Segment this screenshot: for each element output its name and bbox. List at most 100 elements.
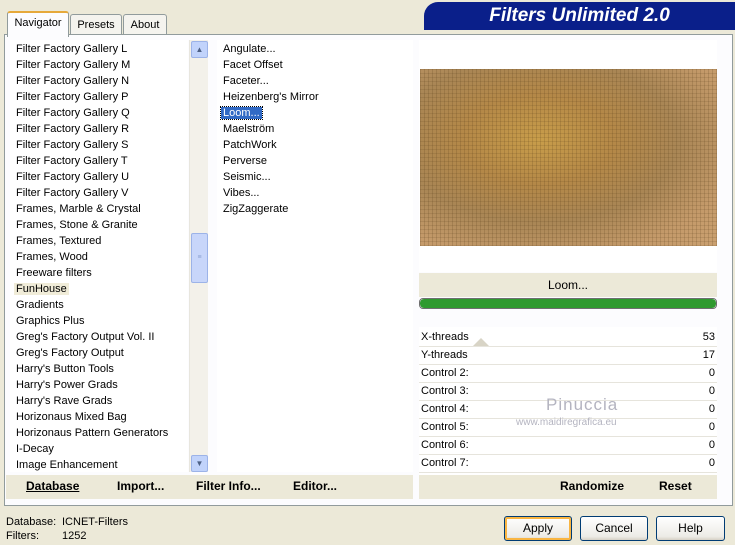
category-item[interactable]: Filter Factory Gallery L: [10, 41, 188, 57]
filter-item[interactable]: PatchWork: [217, 137, 413, 153]
help-button[interactable]: Help: [656, 516, 725, 541]
filter-item[interactable]: Perverse: [217, 153, 413, 169]
category-item[interactable]: FunHouse: [10, 281, 188, 297]
control-value: 0: [708, 403, 715, 415]
filter-item[interactable]: Seismic...: [217, 169, 413, 185]
filter-info-button[interactable]: Filter Info...: [196, 475, 261, 497]
category-item-label: Filter Factory Gallery V: [16, 187, 129, 199]
category-item-label: Filter Factory Gallery N: [16, 75, 130, 87]
category-item[interactable]: Frames, Marble & Crystal: [10, 201, 188, 217]
randomize-button[interactable]: Randomize: [560, 475, 624, 497]
control-value: 53: [702, 331, 715, 343]
category-item[interactable]: Greg's Factory Output: [10, 345, 188, 361]
filter-list-items: Angulate... Facet Offset Faceter... Heizenb…: [217, 40, 413, 217]
category-item[interactable]: Filter Factory Gallery T: [10, 153, 188, 169]
category-item[interactable]: Filter Factory Gallery S: [10, 137, 188, 153]
category-item-label: Frames, Wood: [16, 251, 88, 263]
category-item[interactable]: Horizonaus Mixed Bag: [10, 409, 188, 425]
scroll-up-button[interactable]: ▲: [191, 41, 208, 58]
editor-button[interactable]: Editor...: [293, 475, 337, 497]
slider-pointer-icon[interactable]: [473, 338, 489, 346]
control-value: 17: [702, 349, 715, 361]
category-item[interactable]: Greg's Factory Output Vol. II: [10, 329, 188, 345]
category-list[interactable]: Filter Factory Gallery L Filter Factory G…: [10, 40, 188, 472]
apply-button[interactable]: Apply: [504, 516, 572, 541]
filter-item[interactable]: Heizenberg's Mirror: [217, 89, 413, 105]
scroll-down-button[interactable]: ▼: [191, 455, 208, 472]
tab-presets[interactable]: Presets: [70, 14, 122, 35]
category-item[interactable]: Frames, Stone & Granite: [10, 217, 188, 233]
category-item[interactable]: Horizonaus Pattern Generators: [10, 425, 188, 441]
category-item[interactable]: Filter Factory Gallery P: [10, 89, 188, 105]
progress-bar: [419, 298, 717, 309]
control-row[interactable]: Y-threads 17: [419, 347, 717, 365]
filter-item[interactable]: Loom...: [217, 105, 413, 121]
database-label: Database: [26, 479, 80, 493]
status-database: Database: ICNET-Filters: [6, 516, 128, 528]
filter-item[interactable]: ZigZaggerate: [217, 201, 413, 217]
category-item-label: Image Enhancement: [16, 459, 118, 471]
category-item[interactable]: Harry's Power Grads: [10, 377, 188, 393]
category-item[interactable]: I-Decay: [10, 441, 188, 457]
category-item[interactable]: Filter Factory Gallery N: [10, 73, 188, 89]
filter-item[interactable]: Facet Offset: [217, 57, 413, 73]
control-value: 0: [708, 385, 715, 397]
category-item[interactable]: Frames, Textured: [10, 233, 188, 249]
window-title: Filters Unlimited 2.0: [424, 2, 735, 30]
filter-item-label: PatchWork: [223, 139, 277, 151]
watermark-url: www.maidiregrafica.eu: [516, 417, 617, 428]
control-row[interactable]: Control 6: 0: [419, 437, 717, 455]
database-button[interactable]: Database: [26, 475, 79, 497]
filter-item[interactable]: Maelström: [217, 121, 413, 137]
category-item[interactable]: Filter Factory Gallery M: [10, 57, 188, 73]
category-item[interactable]: Image Enhancement: [10, 457, 188, 472]
filter-item[interactable]: Vibes...: [217, 185, 413, 201]
control-label: Control 7:: [421, 457, 469, 469]
control-value: 0: [708, 439, 715, 451]
scroll-thumb[interactable]: ≡: [191, 233, 208, 283]
control-value: 0: [708, 421, 715, 433]
category-item-label: Frames, Stone & Granite: [16, 219, 138, 231]
filter-item-label: Perverse: [223, 155, 268, 167]
category-item-label: Frames, Textured: [16, 235, 102, 247]
control-row[interactable]: Control 2: 0: [419, 365, 717, 383]
tab-navigator[interactable]: Navigator: [7, 11, 69, 37]
category-item[interactable]: Filter Factory Gallery V: [10, 185, 188, 201]
category-item-label: Greg's Factory Output: [16, 347, 124, 359]
control-row[interactable]: X-threads 53: [419, 329, 717, 347]
status-filters-value: 1252: [62, 530, 87, 542]
category-item-label: Filter Factory Gallery Q: [16, 107, 130, 119]
filter-item[interactable]: Angulate...: [217, 41, 413, 57]
control-label: Control 2:: [421, 367, 469, 379]
category-item-label: Horizonaus Pattern Generators: [16, 427, 169, 439]
category-item-label: Gradients: [16, 299, 64, 311]
filter-list[interactable]: Angulate... Facet Offset Faceter... Heizenb…: [217, 40, 413, 472]
category-scrollbar[interactable]: ▲ ≡ ▼: [189, 40, 208, 472]
current-filter-name: Loom...: [419, 273, 717, 297]
category-item[interactable]: Gradients: [10, 297, 188, 313]
control-row[interactable]: Control 7: 0: [419, 455, 717, 473]
category-item-label: Filter Factory Gallery R: [16, 123, 130, 135]
control-actions-bar: Randomize Reset: [419, 475, 717, 499]
status-filters: Filters: 1252: [6, 530, 86, 542]
category-item[interactable]: Graphics Plus: [10, 313, 188, 329]
import-button[interactable]: Import...: [117, 475, 164, 497]
status-filters-label: Filters:: [6, 530, 39, 542]
category-item[interactable]: Freeware filters: [10, 265, 188, 281]
filter-item-label: Heizenberg's Mirror: [223, 91, 319, 103]
category-item-label: Filter Factory Gallery M: [16, 59, 131, 71]
category-item-label: Frames, Marble & Crystal: [16, 203, 141, 215]
category-item[interactable]: Harry's Rave Grads: [10, 393, 188, 409]
category-item[interactable]: Filter Factory Gallery R: [10, 121, 188, 137]
tab-about[interactable]: About: [123, 14, 167, 35]
category-item[interactable]: Filter Factory Gallery Q: [10, 105, 188, 121]
filter-item-label: ZigZaggerate: [223, 203, 289, 215]
category-item[interactable]: Frames, Wood: [10, 249, 188, 265]
category-item[interactable]: Harry's Button Tools: [10, 361, 188, 377]
filter-item[interactable]: Faceter...: [217, 73, 413, 89]
reset-button[interactable]: Reset: [659, 475, 692, 497]
category-list-items: Filter Factory Gallery L Filter Factory G…: [10, 40, 188, 472]
category-item-label: I-Decay: [16, 443, 54, 455]
category-item[interactable]: Filter Factory Gallery U: [10, 169, 188, 185]
cancel-button[interactable]: Cancel: [580, 516, 648, 541]
